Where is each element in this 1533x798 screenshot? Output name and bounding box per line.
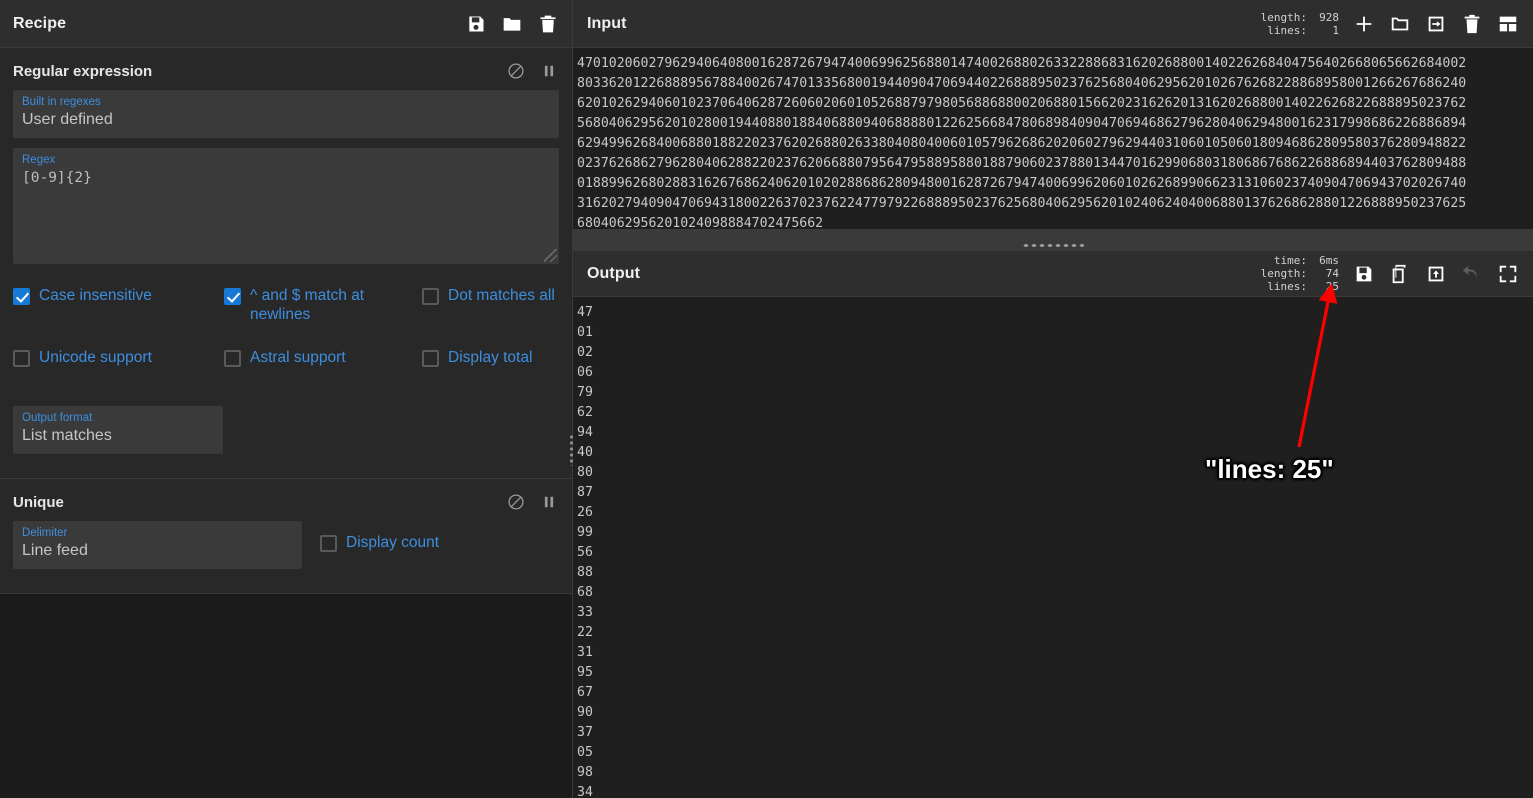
recipe-operation-regular-expression[interactable]: Regular expression Built in regexes User… <box>0 48 572 479</box>
display-total-checkbox[interactable] <box>422 350 439 367</box>
display-count-label[interactable]: Display count <box>346 533 439 552</box>
recipe-title: Recipe <box>13 15 66 33</box>
output-lines-key: lines: <box>1267 280 1307 293</box>
unicode-support-checkbox[interactable] <box>13 350 30 367</box>
disable-operation-icon[interactable] <box>507 62 525 80</box>
io-pane: Input length:928 lines:1 <box>573 0 1533 798</box>
output-format-wrap: Output format List matches <box>0 406 572 464</box>
input-length-value: 928 <box>1307 11 1339 24</box>
input-toolbar <box>1353 13 1519 35</box>
regex-label: Regex <box>22 153 550 167</box>
recipe-operation-list: Regular expression Built in regexes User… <box>0 48 572 798</box>
operation-title: Regular expression <box>13 63 152 80</box>
breakpoint-pause-icon[interactable] <box>540 62 558 80</box>
copy-output-icon[interactable] <box>1389 263 1411 285</box>
output-lines-value: 25 <box>1307 280 1339 293</box>
reset-pane-layout-icon[interactable] <box>1497 13 1519 35</box>
input-length-key: length: <box>1261 11 1307 24</box>
delimiter-value: Line feed <box>22 540 293 562</box>
load-recipe-icon[interactable] <box>502 14 522 34</box>
output-format-value: List matches <box>22 425 214 447</box>
checkbox-astral-support[interactable]: Astral support <box>224 344 422 406</box>
builtin-regexes-value: User defined <box>22 109 550 131</box>
checkbox-display-count[interactable]: Display count <box>320 521 439 552</box>
astral-support-label[interactable]: Astral support <box>250 348 346 367</box>
recipe-pane: Recipe Regular expression <box>0 0 573 798</box>
recipe-operation-unique[interactable]: Unique Delimiter Line feed <box>0 479 572 594</box>
output-text[interactable]: 47 01 02 06 79 62 94 40 80 87 26 99 56 8… <box>577 303 1533 798</box>
undo-bake-icon[interactable] <box>1461 263 1483 285</box>
delimiter-select[interactable]: Delimiter Line feed <box>13 521 302 569</box>
operation-title: Unique <box>13 494 64 511</box>
checkbox-caret-dollar-newlines[interactable]: ^ and $ match at newlines <box>224 282 422 344</box>
disable-operation-icon[interactable] <box>507 493 525 511</box>
input-title: Input <box>587 15 627 33</box>
display-count-checkbox[interactable] <box>320 535 337 552</box>
maximise-output-icon[interactable] <box>1497 263 1519 285</box>
save-recipe-icon[interactable] <box>466 14 486 34</box>
output-textarea[interactable]: 47 01 02 06 79 62 94 40 80 87 26 99 56 8… <box>573 297 1533 798</box>
input-meta: length:928 lines:1 <box>1261 11 1339 37</box>
recipe-title-bar: Recipe <box>0 0 572 48</box>
operation-header: Unique <box>0 479 572 521</box>
output-time-value: 6ms <box>1307 254 1339 267</box>
clear-io-icon[interactable] <box>1461 13 1483 35</box>
checkbox-unicode-support[interactable]: Unicode support <box>13 344 224 406</box>
save-output-icon[interactable] <box>1353 263 1375 285</box>
output-format-select[interactable]: Output format List matches <box>13 406 223 454</box>
case-insensitive-checkbox[interactable] <box>13 288 30 305</box>
builtin-regexes-label: Built in regexes <box>22 95 550 109</box>
add-input-tab-icon[interactable] <box>1353 13 1375 35</box>
recipe-toolbar <box>466 14 558 34</box>
dot-matches-all-label[interactable]: Dot matches all <box>448 286 555 305</box>
checkbox-case-insensitive[interactable]: Case insensitive <box>13 282 224 344</box>
delimiter-label: Delimiter <box>22 526 293 540</box>
display-total-label[interactable]: Display total <box>448 348 532 367</box>
textarea-resize-grip[interactable] <box>544 249 557 262</box>
regex-flag-checkboxes: Case insensitive ^ and $ match at newlin… <box>0 274 572 406</box>
astral-support-checkbox[interactable] <box>224 350 241 367</box>
regex-value: [0-9]{2} <box>22 167 550 189</box>
open-file-as-input-icon[interactable] <box>1425 13 1447 35</box>
input-text[interactable]: 4701020602796294064080016287267947400699… <box>577 54 1533 229</box>
operation-controls <box>507 62 558 80</box>
output-toolbar <box>1353 263 1519 285</box>
operation-controls <box>507 493 558 511</box>
output-time-key: time: <box>1274 254 1307 267</box>
input-textarea[interactable]: 4701020602796294064080016287267947400699… <box>573 48 1533 229</box>
builtin-regexes-select[interactable]: Built in regexes User defined <box>13 90 559 138</box>
breakpoint-pause-icon[interactable] <box>540 493 558 511</box>
input-lines-key: lines: <box>1267 24 1307 37</box>
replace-input-with-output-icon[interactable] <box>1425 263 1447 285</box>
checkbox-dot-matches-all[interactable]: Dot matches all <box>422 282 559 344</box>
unicode-support-label[interactable]: Unicode support <box>39 348 152 367</box>
output-format-label: Output format <box>22 411 214 425</box>
cyberchef-app: Recipe Regular expression <box>0 0 1533 798</box>
clear-recipe-icon[interactable] <box>538 14 558 34</box>
caret-dollar-newlines-label[interactable]: ^ and $ match at newlines <box>250 286 420 324</box>
operation-header: Regular expression <box>0 48 572 90</box>
caret-dollar-newlines-checkbox[interactable] <box>224 288 241 305</box>
operation-arguments: Built in regexes User defined Regex [0-9… <box>0 90 572 264</box>
case-insensitive-label[interactable]: Case insensitive <box>39 286 152 305</box>
output-length-key: length: <box>1261 267 1307 280</box>
horizontal-splitter[interactable] <box>573 229 1533 251</box>
input-title-bar: Input length:928 lines:1 <box>573 0 1533 48</box>
open-folder-as-input-icon[interactable] <box>1389 13 1411 35</box>
output-length-value: 74 <box>1307 267 1339 280</box>
output-title: Output <box>587 265 640 283</box>
output-title-bar: Output time:6ms length:74 lines:25 <box>573 251 1533 297</box>
input-lines-value: 1 <box>1307 24 1339 37</box>
dot-matches-all-checkbox[interactable] <box>422 288 439 305</box>
checkbox-display-total[interactable]: Display total <box>422 344 559 406</box>
regex-input[interactable]: Regex [0-9]{2} <box>13 148 559 264</box>
unique-arguments: Delimiter Line feed Display count <box>0 521 572 579</box>
horizontal-splitter-handle[interactable] <box>1022 243 1084 248</box>
output-meta: time:6ms length:74 lines:25 <box>1261 254 1339 293</box>
